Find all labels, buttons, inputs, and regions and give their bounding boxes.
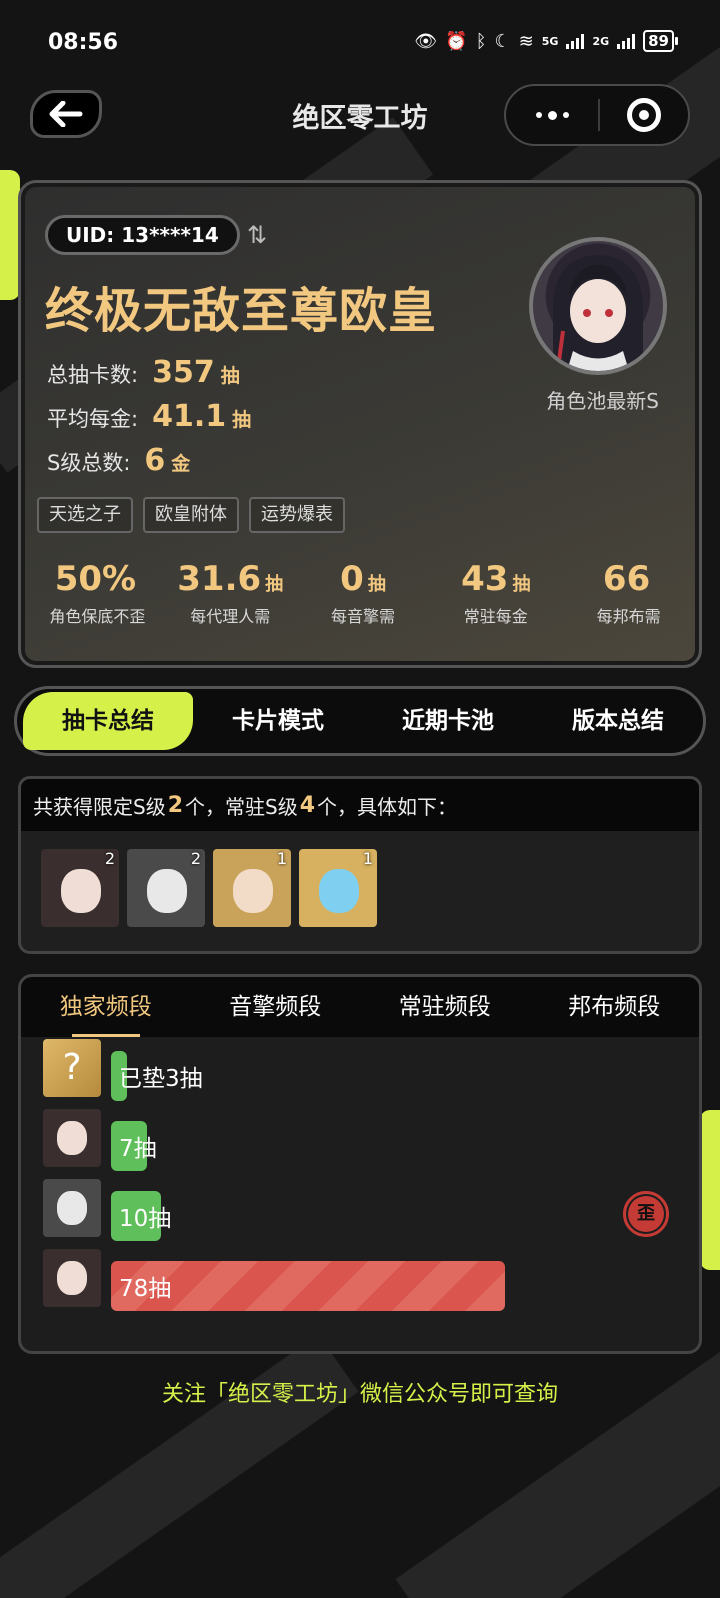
stat-avg-per-gold: 平均每金: 41.1 抽 <box>47 399 252 434</box>
wifi-icon: ≋ <box>518 30 534 52</box>
pull-count: 78抽 <box>119 1276 172 1302</box>
app-header: 绝区零工坊 <box>0 82 720 146</box>
character-thumb[interactable]: 1 <box>213 849 291 927</box>
alarm-icon: ⏰ <box>445 30 468 52</box>
pull-count: 已垫3抽 <box>119 1066 203 1092</box>
target-icon <box>627 98 661 132</box>
player-title: 终极无敌至尊欧皇 <box>45 283 438 339</box>
tab-bangboo-channel[interactable]: 邦布频段 <box>530 977 700 1037</box>
character-thumb[interactable]: 2 <box>127 849 205 927</box>
clock: 08:56 <box>48 30 119 55</box>
footer-note: 关注「绝区零工坊」微信公众号即可查询 <box>161 1382 558 1407</box>
dot-icon <box>547 110 557 120</box>
status-bar: 08:56 👁 ⏰ ᛒ ☾ ≋ 5G 2G 89 <box>0 0 720 88</box>
avatar-caption: 角色池最新S <box>546 389 659 413</box>
metric-rate-up: 50% 角色保底不歪 <box>49 559 146 626</box>
tab-recent-banners[interactable]: 近期卡池 <box>363 692 533 750</box>
uid-badge: UID: 13****14 <box>45 215 240 255</box>
pull-row: ? 已垫3抽 <box>43 1039 683 1101</box>
network-type-1: 5G <box>541 34 559 48</box>
pull-row: 10抽 <box>43 1179 683 1241</box>
dot-icon <box>535 112 542 118</box>
network-type-2: 2G <box>592 34 610 48</box>
miniprogram-capsule <box>504 84 690 146</box>
switch-account-icon[interactable]: ⇅ <box>247 221 267 249</box>
avatar <box>529 237 667 375</box>
character-thumb <box>43 1109 101 1167</box>
bluetooth-icon: ᛒ <box>475 30 487 52</box>
character-list: 2 2 1 1 <box>21 831 699 927</box>
main-tab-bar: 抽卡总结 卡片模式 近期卡池 版本总结 <box>14 686 706 756</box>
tag-list: 天选之子 欧皇附体 运势爆表 <box>37 497 345 533</box>
banner-history-panel: 独家频段 音擎频段 常驻频段 邦布频段 ? 已垫3抽 7抽 10抽 78抽 歪 <box>18 974 702 1354</box>
stat-s-total: S级总数: 6 金 <box>47 443 191 478</box>
tab-wengine-channel[interactable]: 音擎频段 <box>191 977 361 1037</box>
pull-row: 78抽 <box>43 1249 683 1311</box>
tab-exclusive-channel[interactable]: 独家频段 <box>21 977 191 1037</box>
signal-icon <box>617 33 636 49</box>
tag: 天选之子 <box>37 497 133 533</box>
tag: 欧皇附体 <box>143 497 239 533</box>
character-thumb[interactable]: 2 <box>41 849 119 927</box>
moon-icon: ☾ <box>494 30 511 52</box>
character-thumb <box>43 1179 101 1237</box>
tab-standard-channel[interactable]: 常驻频段 <box>360 977 530 1037</box>
unknown-character-thumb: ? <box>43 1039 101 1097</box>
s-summary-text: 共获得限定S级 2 个，常驻S级 4 个，具体如下： <box>21 779 699 831</box>
metric-per-bangboo: 66 每邦布需 <box>596 559 661 626</box>
lost-5050-badge: 歪 <box>623 1191 669 1237</box>
metric-standard: 43 抽 常驻每金 <box>461 559 531 626</box>
metric-per-engine: 0抽 每音擎需 <box>330 559 395 626</box>
eye-icon: 👁 <box>414 30 438 52</box>
signal-icon <box>566 33 585 49</box>
tag: 运势爆表 <box>249 497 345 533</box>
more-button[interactable] <box>506 110 598 120</box>
metrics-row: 50% 角色保底不歪 31.6 抽 每代理人需 0抽 每音擎需 43 抽 常驻每金 … <box>31 559 695 627</box>
pull-count: 10抽 <box>119 1206 172 1232</box>
dot-icon <box>562 112 569 118</box>
banner-tab-bar: 独家频段 音擎频段 常驻频段 邦布频段 <box>21 977 699 1037</box>
pull-count: 7抽 <box>119 1136 157 1162</box>
pull-row: 7抽 <box>43 1109 683 1171</box>
metric-per-agent: 31.6 抽 每代理人需 <box>177 559 284 626</box>
battery-icon: 89 <box>643 30 678 52</box>
stat-total-pulls: 总抽卡数: 357 抽 <box>47 355 240 390</box>
tab-pull-summary[interactable]: 抽卡总结 <box>23 692 193 750</box>
profile-card: UID: 13****14 ⇅ 终极无敌至尊欧皇 总抽卡数: 357 抽 平均每… <box>18 180 702 668</box>
tab-card-mode[interactable]: 卡片模式 <box>193 692 363 750</box>
tab-version-summary[interactable]: 版本总结 <box>533 692 703 750</box>
character-thumb[interactable]: 1 <box>299 849 377 927</box>
character-thumb <box>43 1249 101 1307</box>
s-rank-summary: 共获得限定S级 2 个，常驻S级 4 个，具体如下： 2 2 1 1 <box>18 776 702 954</box>
close-miniprogram-button[interactable] <box>600 98 688 132</box>
